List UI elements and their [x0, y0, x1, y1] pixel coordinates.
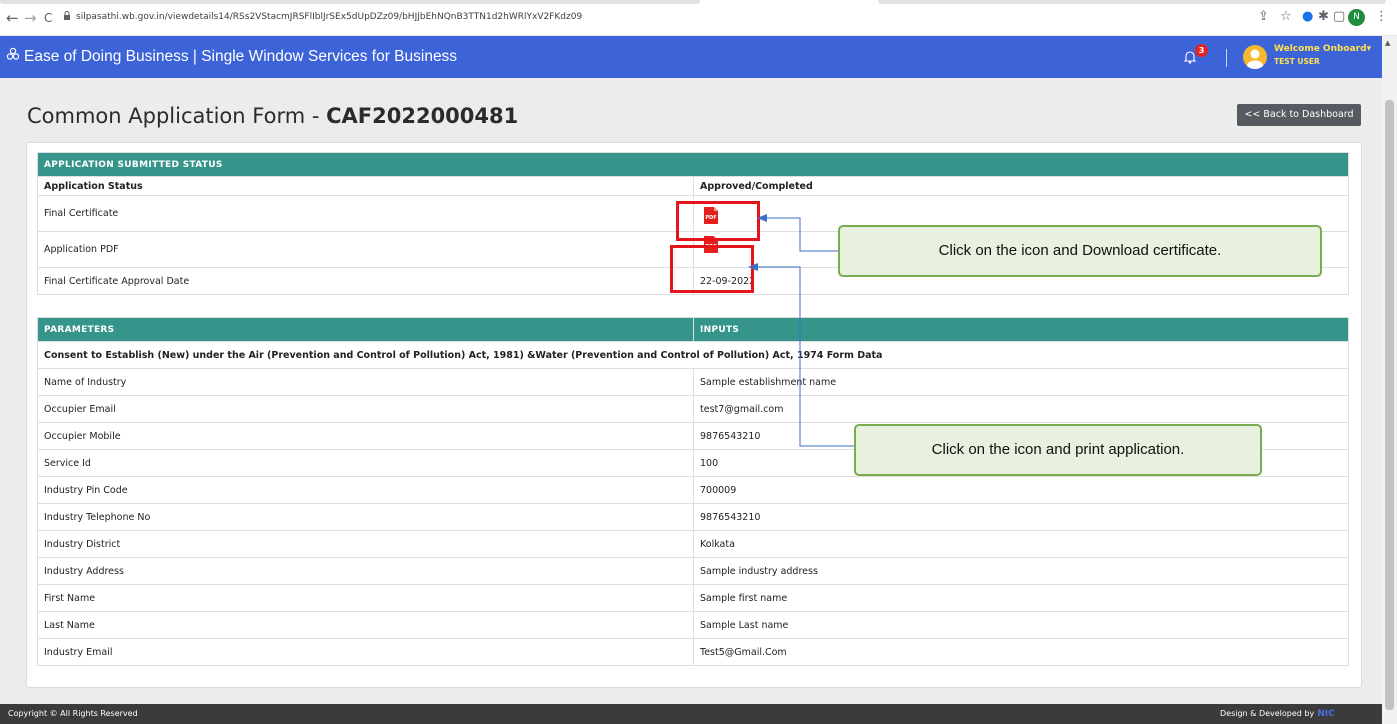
callout-print-application: Click on the icon and print application. [854, 424, 1262, 476]
credit-text: Design & Developed by [1220, 709, 1315, 718]
footer-credit: Design & Developed by NIC [1220, 709, 1335, 719]
callout-download-certificate: Click on the icon and Download certifica… [838, 225, 1322, 277]
nic-logo[interactable]: NIC [1317, 709, 1335, 719]
copyright-text: Copyright © All Rights Reserved [8, 709, 138, 718]
annotation-arrows [748, 214, 855, 447]
footer: Copyright © All Rights Reserved Design &… [0, 704, 1382, 724]
